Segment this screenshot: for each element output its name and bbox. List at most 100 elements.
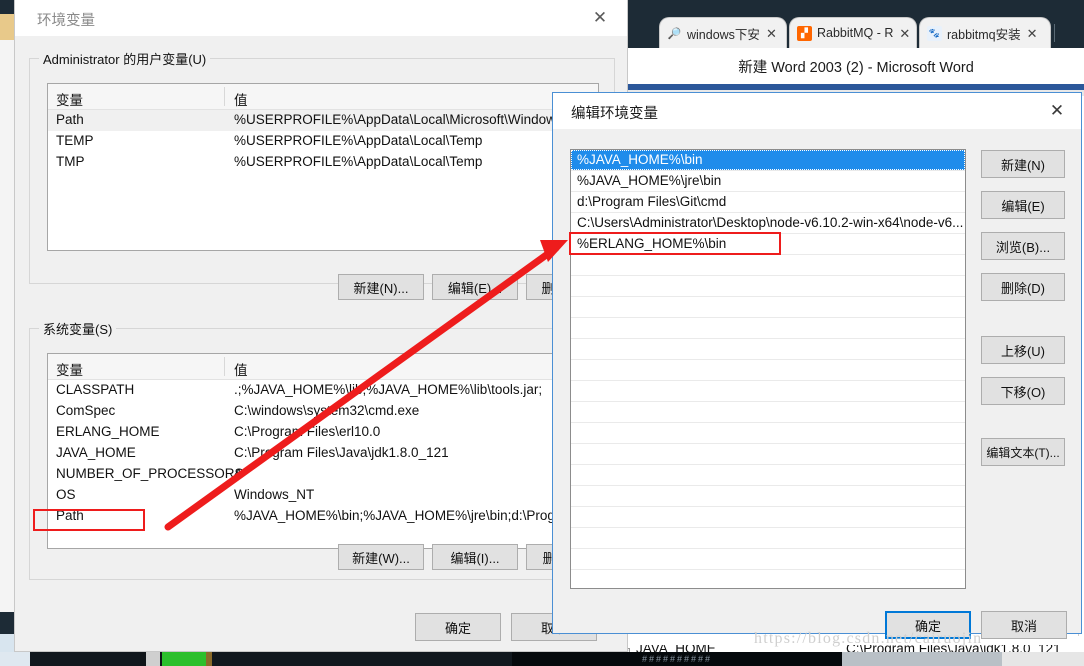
browser-tab-2[interactable]: 🐾 rabbitmq安装 ✕ bbox=[920, 18, 1050, 48]
word-title-text: 新建 Word 2003 (2) - Microsoft Word bbox=[738, 59, 974, 76]
env-ok-button[interactable]: 确定 bbox=[415, 613, 501, 641]
list-item[interactable]: %JAVA_HOME%\bin bbox=[571, 150, 965, 171]
env-dialog-titlebar: 环境变量 ✕ bbox=[15, 0, 627, 36]
list-item[interactable]: d:\Program Files\Git\cmd bbox=[571, 192, 965, 213]
table-row[interactable]: TMP %USERPROFILE%\AppData\Local\Temp bbox=[48, 152, 598, 173]
table-row[interactable]: OS Windows_NT bbox=[48, 485, 598, 506]
system-variables-legend: 系统变量(S) bbox=[39, 319, 117, 338]
edit-browse-button[interactable]: 浏览(B)... bbox=[981, 232, 1065, 260]
list-item-label: d:\Program Files\Git\cmd bbox=[577, 194, 727, 209]
list-item-label: %JAVA_HOME%\bin bbox=[577, 152, 703, 167]
word-window[interactable]: 🔎 windows下安 ✕ ▞ RabbitMQ - R ✕ 🐾 rabbitm… bbox=[628, 0, 1084, 96]
browser-tab-0[interactable]: 🔎 windows下安 ✕ bbox=[660, 18, 786, 48]
env-dialog-title: 环境变量 bbox=[37, 13, 95, 29]
taskbar-item-1[interactable] bbox=[212, 652, 512, 666]
list-item-empty[interactable] bbox=[571, 360, 965, 381]
list-item[interactable]: %ERLANG_HOME%\bin bbox=[571, 234, 965, 255]
list-item-empty[interactable] bbox=[571, 255, 965, 276]
column-divider bbox=[224, 357, 225, 376]
edit-edit-text-button[interactable]: 编辑文本(T)... bbox=[981, 438, 1065, 466]
desktop-sliver-pale bbox=[0, 634, 14, 652]
list-item-empty[interactable] bbox=[571, 339, 965, 360]
system-new-button[interactable]: 新建(W)... bbox=[338, 544, 424, 570]
user-new-button[interactable]: 新建(N)... bbox=[338, 274, 424, 300]
edit-new-button[interactable]: 新建(N) bbox=[981, 150, 1065, 178]
taskbar-item-2[interactable]: ########## bbox=[512, 652, 842, 666]
list-item-empty[interactable] bbox=[571, 276, 965, 297]
list-item-empty[interactable] bbox=[571, 297, 965, 318]
column-divider bbox=[224, 87, 225, 106]
path-entries-list[interactable]: %JAVA_HOME%\bin %JAVA_HOME%\jre\bin d:\P… bbox=[570, 149, 966, 589]
system-variables-table[interactable]: 变量 值 CLASSPATH .;%JAVA_HOME%\lib;%JAVA_H… bbox=[47, 353, 599, 549]
row-name: TMP bbox=[56, 154, 85, 169]
table-row[interactable]: ComSpec C:\windows\system32\cmd.exe bbox=[48, 401, 598, 422]
list-item-empty[interactable] bbox=[571, 423, 965, 444]
list-item-empty[interactable] bbox=[571, 528, 965, 549]
close-icon[interactable]: ✕ bbox=[899, 27, 910, 40]
edit-cancel-button[interactable]: 取消 bbox=[981, 611, 1067, 639]
browser-tab-1[interactable]: ▞ RabbitMQ - R ✕ bbox=[790, 18, 916, 48]
edit-dialog-titlebar: 编辑环境变量 ✕ bbox=[553, 93, 1081, 129]
environment-variables-dialog[interactable]: 环境变量 ✕ Administrator 的用户变量(U) 变量 值 Path … bbox=[14, 0, 628, 652]
row-value: C:\windows\system32\cmd.exe bbox=[234, 403, 420, 418]
column-header-name: 变量 bbox=[56, 363, 83, 378]
table-row[interactable]: NUMBER_OF_PROCESSORS 4 bbox=[48, 464, 598, 485]
row-name: NUMBER_OF_PROCESSORS bbox=[56, 466, 244, 481]
browser-tab-label: windows下安 bbox=[687, 27, 760, 42]
list-item[interactable]: %JAVA_HOME%\jre\bin bbox=[571, 171, 965, 192]
taskbar[interactable]: ########## bbox=[0, 652, 1084, 666]
taskbar-icon-0[interactable] bbox=[146, 652, 160, 666]
row-value: Windows_NT bbox=[234, 487, 315, 502]
row-value: %USERPROFILE%\AppData\Local\Microsoft\Wi… bbox=[234, 112, 598, 127]
table-row[interactable]: Path %USERPROFILE%\AppData\Local\Microso… bbox=[48, 110, 598, 131]
baidu-icon: 🐾 bbox=[927, 25, 942, 41]
table-row[interactable]: TEMP %USERPROFILE%\AppData\Local\Temp bbox=[48, 131, 598, 152]
list-item-empty[interactable] bbox=[571, 570, 965, 588]
close-icon[interactable]: ✕ bbox=[1043, 99, 1071, 123]
table-row[interactable]: Path %JAVA_HOME%\bin;%JAVA_HOME%\jre\bin… bbox=[48, 506, 598, 527]
list-item-empty[interactable] bbox=[571, 444, 965, 465]
row-value: .;%JAVA_HOME%\lib;%JAVA_HOME%\lib\tools.… bbox=[234, 382, 543, 397]
list-item-empty[interactable] bbox=[571, 465, 965, 486]
list-item-label: C:\Users\Administrator\Desktop\node-v6.1… bbox=[577, 215, 964, 230]
close-icon[interactable]: ✕ bbox=[766, 27, 777, 40]
list-item[interactable]: C:\Users\Administrator\Desktop\node-v6.1… bbox=[571, 213, 965, 234]
watermark-text: https://blog.csdn.net/cairuojin bbox=[754, 630, 983, 647]
row-value: 4 bbox=[234, 466, 242, 481]
edit-move-up-button[interactable]: 上移(U) bbox=[981, 336, 1065, 364]
user-variables-table[interactable]: 变量 值 Path %USERPROFILE%\AppData\Local\Mi… bbox=[47, 83, 599, 251]
list-item-empty[interactable] bbox=[571, 486, 965, 507]
browser-tabstrip: 🔎 windows下安 ✕ ▞ RabbitMQ - R ✕ 🐾 rabbitm… bbox=[628, 14, 1084, 48]
list-item-label: %ERLANG_HOME%\bin bbox=[577, 236, 727, 251]
table-row[interactable]: JAVA_HOME C:\Program Files\Java\jdk1.8.0… bbox=[48, 443, 598, 464]
row-name: JAVA_HOME bbox=[56, 445, 136, 460]
taskbar-clock[interactable] bbox=[1002, 652, 1084, 666]
edit-move-down-button[interactable]: 下移(O) bbox=[981, 377, 1065, 405]
taskbar-item-0[interactable] bbox=[30, 652, 140, 666]
list-item-empty[interactable] bbox=[571, 402, 965, 423]
system-edit-button[interactable]: 编辑(I)... bbox=[432, 544, 518, 570]
taskbar-tray[interactable] bbox=[842, 652, 1002, 666]
user-variables-legend: Administrator 的用户变量(U) bbox=[39, 49, 211, 68]
taskbar-item-progress bbox=[162, 652, 206, 666]
list-item-empty[interactable] bbox=[571, 381, 965, 402]
desktop-sliver-dark bbox=[0, 612, 14, 634]
list-item-empty[interactable] bbox=[571, 318, 965, 339]
list-item-label: %JAVA_HOME%\jre\bin bbox=[577, 173, 722, 188]
list-item-empty[interactable] bbox=[571, 507, 965, 528]
edit-edit-button[interactable]: 编辑(E) bbox=[981, 191, 1065, 219]
browser-window-top bbox=[628, 0, 1084, 14]
close-icon[interactable]: ✕ bbox=[587, 6, 613, 30]
table-row[interactable]: ERLANG_HOME C:\Program Files\erl10.0 bbox=[48, 422, 598, 443]
edit-delete-button[interactable]: 删除(D) bbox=[981, 273, 1065, 301]
edit-environment-variable-dialog[interactable]: 编辑环境变量 ✕ %JAVA_HOME%\bin %JAVA_HOME%\jre… bbox=[552, 92, 1082, 639]
close-icon[interactable]: ✕ bbox=[1027, 27, 1038, 40]
list-item-empty[interactable] bbox=[571, 549, 965, 570]
taskbar-start[interactable] bbox=[0, 652, 30, 666]
tabstrip-divider bbox=[1054, 24, 1055, 42]
word-titlebar: 新建 Word 2003 (2) - Microsoft Word bbox=[628, 48, 1084, 84]
rabbitmq-icon: ▞ bbox=[797, 25, 812, 41]
column-header-value: 值 bbox=[234, 93, 248, 108]
user-edit-button[interactable]: 编辑(E)... bbox=[432, 274, 518, 300]
table-row[interactable]: CLASSPATH .;%JAVA_HOME%\lib;%JAVA_HOME%\… bbox=[48, 380, 598, 401]
